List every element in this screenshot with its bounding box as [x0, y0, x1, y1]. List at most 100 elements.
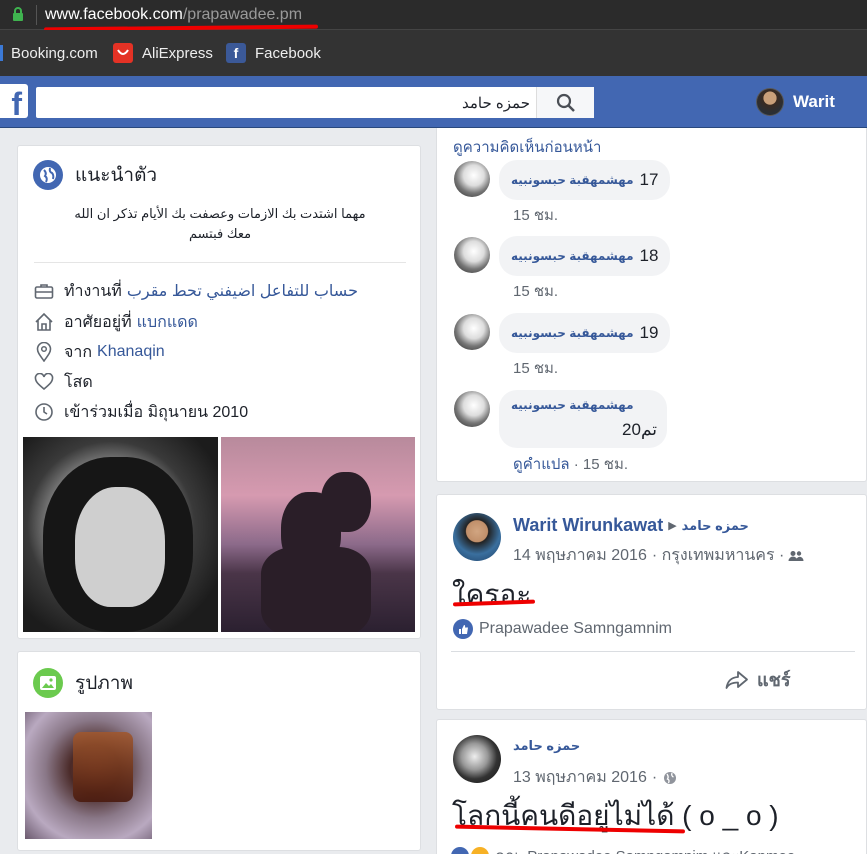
info-work: ทำงานที่ حساب للتفاعل اضيفني تحط مقرب	[33, 279, 358, 303]
post-author-link[interactable]: Warit Wirunkawat	[513, 515, 663, 536]
comment-time[interactable]: 15 ชม.	[513, 203, 558, 227]
post-card: Warit Wirunkawat ▶ حمزه حامد 14 พฤษภาคม …	[436, 494, 867, 710]
triangle-right-icon: ▶	[668, 520, 677, 532]
divider	[451, 651, 855, 652]
photo-shape	[321, 472, 371, 532]
haha-emoji-icon	[471, 847, 489, 854]
post-likes[interactable]: คุณ, Prapawadee Samngamnim และKapmee	[451, 844, 795, 854]
post-likes[interactable]: Prapawadee Samngamnim	[453, 619, 672, 639]
featured-photo[interactable]	[23, 437, 218, 632]
post-location[interactable]: · กรุงเทพมหานคร ·	[652, 543, 785, 568]
comment-author-link[interactable]: ﻣﻬﺸﻤﻬﻘﺒﺔ ﺣﺒﺴﻮﻧﺒﻴﻪ	[511, 249, 634, 263]
photo-thumbnail[interactable]	[25, 712, 152, 839]
post-meta: 14 พฤษภาคม 2016 · กรุงเทพมหานคร ·	[513, 543, 804, 568]
avatar[interactable]	[454, 161, 490, 197]
meta-separator: ·	[651, 768, 658, 786]
profile-name: Warit	[793, 92, 835, 111]
comment-time[interactable]: · 15 ชม.	[574, 456, 628, 473]
browser-address-bar[interactable]: www.facebook.com/prapawadee.pm	[0, 0, 867, 32]
work-prefix: ทำงานที่	[64, 282, 122, 300]
divider	[34, 262, 406, 263]
post-header: حمزه حامد	[513, 738, 580, 754]
profile-link[interactable]: Warit	[756, 87, 835, 117]
bookmark-label: AliExpress	[142, 44, 213, 62]
share-button[interactable]: แชร์	[725, 665, 791, 694]
comment-bubble: ﻣﻬﺸﻤﻬﻘﺒﺔ ﺣﺒﺴﻮﻧﺒﻴﻪ 18	[499, 236, 671, 276]
comment-time[interactable]: 15 ชม.	[513, 356, 558, 380]
search-box	[36, 87, 594, 118]
see-translation-link[interactable]: ดูคำแปล	[513, 456, 570, 473]
thumbs-up-icon	[453, 619, 473, 639]
comment-author-link[interactable]: ﻣﻬﺸﻤﻬﻘﺒﺔ ﺣﺒﺴﻮﻧﺒﻴﻪ	[511, 326, 634, 340]
search-input[interactable]	[36, 87, 536, 118]
avatar[interactable]	[454, 314, 490, 350]
share-label: แชร์	[757, 670, 791, 690]
comment-bubble: ﻣﻬﺸﻤﻬﻘﺒﺔ ﺣﺒﺴﻮﻧﺒﻴﻪ 19	[499, 313, 671, 353]
post-date[interactable]: 13 พฤษภาคม 2016	[513, 765, 647, 790]
bio-line: مهما اشتدت بك الازمات وعصفت بك الأيام تذ…	[74, 206, 366, 221]
photo-shape	[73, 732, 133, 802]
heart-icon	[33, 371, 55, 393]
lives-link[interactable]: แบกแดด	[137, 310, 198, 335]
post-date[interactable]: 14 พฤษภาคม 2016	[513, 543, 647, 568]
lives-prefix: อาศัยอยู่ที่	[64, 313, 132, 331]
comments-card: ดูความคิดเห็นก่อนหน้า ﻣﻬﺸﻤﻬﻘﺒﺔ ﺣﺒﺴﻮﻧﺒﻴﻪ …	[436, 128, 867, 482]
location-pin-icon	[33, 341, 55, 363]
avatar	[756, 88, 784, 116]
bookmark-label: Booking.com	[11, 44, 98, 62]
intro-header: แนะนำตัว	[33, 160, 157, 190]
from-link[interactable]: Khanaqin	[97, 343, 165, 361]
url-separator	[36, 5, 37, 25]
post-meta: 13 พฤษภาคม 2016 ·	[513, 765, 677, 790]
facebook-icon: f	[226, 43, 246, 63]
bio-line: معك فبتسم	[188, 226, 252, 241]
aliexpress-icon	[113, 43, 133, 63]
from-prefix: จาก	[64, 343, 93, 361]
see-previous-comments-link[interactable]: ดูความคิดเห็นก่อนหน้า	[453, 135, 601, 159]
info-joined: เข้าร่วมเมื่อ มิถุนายน 2010	[33, 400, 248, 424]
avatar[interactable]	[453, 735, 501, 783]
bio-text: مهما اشتدت بك الازمات وعصفت بك الأيام تذ…	[38, 204, 402, 244]
url-text[interactable]: www.facebook.com/prapawadee.pm	[45, 5, 302, 25]
bookmark-booking[interactable]: Booking.com	[0, 30, 98, 76]
comment-author-link[interactable]: ﻣﻬﺸﻤﻬﻘﺒﺔ ﺣﺒﺴﻮﻧﺒﻴﻪ	[511, 398, 655, 412]
post-header: Warit Wirunkawat ▶ حمزه حامد	[513, 515, 749, 536]
search-button[interactable]	[536, 87, 594, 118]
avatar[interactable]	[454, 237, 490, 273]
info-lives: อาศัยอยู่ที่ แบกแดด	[33, 310, 198, 334]
bookmark-aliexpress[interactable]: AliExpress	[113, 30, 213, 76]
friends-icon[interactable]	[788, 550, 804, 562]
likers-text: คุณ, Prapawadee Samngamnim และKapmee	[495, 844, 795, 854]
post-author-link[interactable]: حمزه حامد	[513, 738, 580, 754]
featured-photo[interactable]	[221, 437, 415, 632]
bookmark-label: Facebook	[255, 44, 321, 62]
comment-text: 18	[639, 246, 659, 265]
booking-icon	[0, 45, 3, 61]
facebook-logo-icon[interactable]: f	[0, 84, 28, 118]
post-target-link[interactable]: حمزه حامد	[682, 518, 749, 534]
globe-icon	[33, 160, 63, 190]
post-text: ใครอะ	[452, 579, 532, 610]
lock-icon	[13, 7, 23, 21]
thumbs-up-icon	[451, 847, 469, 854]
photos-header: รูปภาพ	[33, 668, 133, 698]
comment-text: 19	[639, 323, 659, 342]
photos-title: รูปภาพ	[75, 673, 133, 694]
globe-icon[interactable]	[663, 771, 677, 785]
avatar[interactable]	[453, 513, 501, 561]
comment-author-link[interactable]: ﻣﻬﺸﻤﻬﻘﺒﺔ ﺣﺒﺴﻮﻧﺒﻴﻪ	[511, 173, 634, 187]
intro-card: แนะนำตัว مهما اشتدت بك الازمات وعصفت بك …	[17, 145, 421, 639]
comment-text: 17	[639, 170, 659, 189]
search-icon	[556, 93, 575, 112]
home-icon	[33, 311, 55, 333]
avatar[interactable]	[454, 391, 490, 427]
info-relationship: โสด	[33, 370, 93, 394]
work-link[interactable]: حساب للتفاعل اضيفني تحط مقرب	[127, 281, 358, 301]
comment-text: 20ﺗﻢ	[622, 420, 657, 439]
comment-time[interactable]: 15 ชม.	[513, 279, 558, 303]
share-arrow-icon	[725, 670, 748, 689]
post-card: حمزه حامد 13 พฤษภาคม 2016 · โลกนี้คนดีอย…	[436, 719, 867, 854]
bookmark-facebook[interactable]: f Facebook	[226, 30, 321, 76]
facebook-top-bar: f Warit	[0, 76, 867, 128]
photo-shape	[261, 547, 371, 632]
